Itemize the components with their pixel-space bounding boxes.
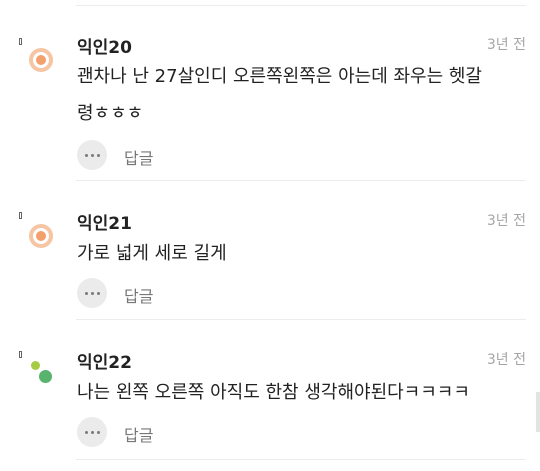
reply-button[interactable]: 답글 [124, 422, 153, 446]
comment-author[interactable]: 익인20 [77, 33, 132, 58]
comment-text-line: 나는 왼쪽 오른쪽 아직도 한참 생각해야된다ㅋㅋㅋㅋ [77, 382, 470, 403]
avatar-ring-icon [29, 224, 53, 248]
avatar-ring-icon [29, 48, 53, 72]
reply-indent-icon [19, 38, 22, 45]
comment-author[interactable]: 익인22 [77, 348, 132, 373]
comment-divider [76, 180, 526, 181]
comment-author[interactable]: 익인21 [77, 209, 132, 234]
comment-time: 3년 전 [486, 352, 526, 368]
avatar[interactable] [29, 48, 53, 72]
comment-text-line: 괜차나 난 27살인디 오른쪽왼쪽은 아는데 좌우는 헷갈 [77, 66, 482, 87]
comment-divider [76, 459, 526, 460]
reply-indent-icon [19, 212, 22, 219]
scrollbar[interactable] [536, 392, 540, 432]
comment-time: 3년 전 [486, 213, 526, 229]
top-divider [76, 5, 526, 6]
more-dots-icon [84, 291, 88, 295]
avatar-dot-icon [31, 361, 40, 370]
comment-text-line: 령ㅎㅎㅎ [77, 103, 144, 124]
comment-time: 3년 전 [486, 37, 526, 53]
reply-indent-icon [19, 351, 22, 358]
avatar-dot-icon [39, 370, 52, 383]
reply-button[interactable]: 답글 [124, 145, 153, 169]
reply-button[interactable]: 답글 [124, 283, 153, 307]
more-button[interactable] [77, 278, 107, 308]
avatar[interactable] [29, 361, 53, 385]
comment-divider [76, 319, 526, 320]
more-dots-icon [84, 430, 88, 434]
more-button[interactable] [77, 417, 107, 447]
comment-text-line: 가로 넓게 세로 길게 [77, 243, 227, 264]
more-dots-icon [84, 153, 88, 157]
more-button[interactable] [77, 140, 107, 170]
avatar[interactable] [29, 224, 53, 248]
